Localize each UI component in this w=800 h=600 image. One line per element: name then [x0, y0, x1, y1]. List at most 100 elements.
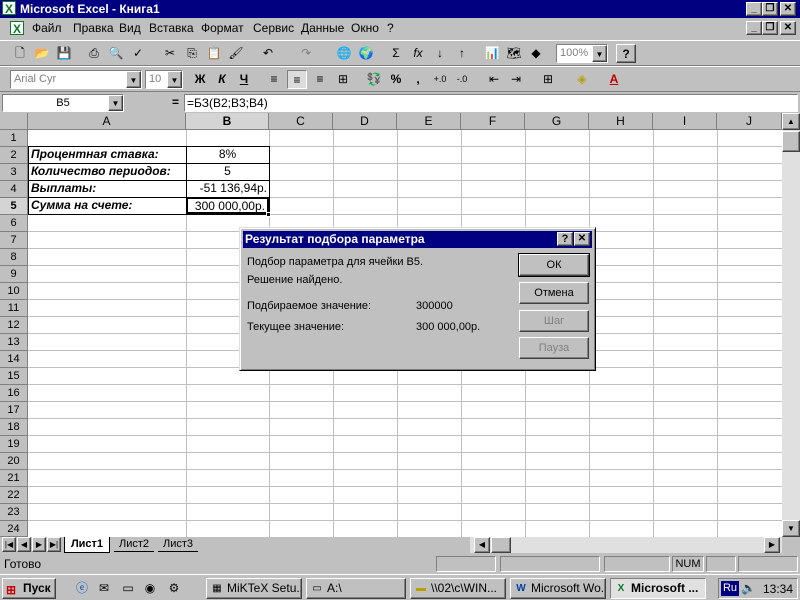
- hscroll-thumb[interactable]: [491, 537, 511, 553]
- task-folder[interactable]: ▬ \\02\c\WIN...: [410, 578, 506, 599]
- cell-a4[interactable]: Выплаты:: [31, 180, 183, 197]
- function-icon[interactable]: fx: [408, 44, 428, 63]
- tab-sheet3[interactable]: Лист3: [158, 537, 198, 552]
- undo-icon[interactable]: ↶: [258, 44, 278, 63]
- row-header[interactable]: 19: [0, 436, 28, 453]
- menu-window[interactable]: Окно: [351, 21, 379, 35]
- select-all-corner[interactable]: [0, 113, 28, 130]
- drawing-icon[interactable]: ◆: [526, 44, 546, 63]
- row-header[interactable]: 22: [0, 487, 28, 504]
- first-sheet-icon[interactable]: |◀: [2, 537, 16, 552]
- column-header[interactable]: B: [186, 113, 269, 130]
- row-header[interactable]: 18: [0, 419, 28, 436]
- autosum-icon[interactable]: Σ: [386, 44, 406, 63]
- internet-explorer-icon[interactable]: ⓔ: [72, 579, 92, 598]
- increase-indent-icon[interactable]: ⇥: [506, 70, 526, 89]
- pause-button[interactable]: Пауза: [519, 337, 589, 359]
- sort-ascending-icon[interactable]: ↓: [430, 44, 450, 63]
- align-center-icon[interactable]: ≡: [287, 70, 307, 89]
- quick-launch-icon[interactable]: ⚙: [164, 579, 184, 598]
- menu-format[interactable]: Формат: [201, 21, 244, 35]
- vertical-scrollbar[interactable]: ▲ ▼: [782, 113, 800, 537]
- decrease-decimal-icon[interactable]: -.0: [452, 70, 472, 89]
- scroll-down-icon[interactable]: ▼: [782, 520, 800, 537]
- row-header[interactable]: 1: [0, 130, 28, 147]
- chevron-down-icon[interactable]: ▼: [108, 95, 123, 111]
- row-header[interactable]: 13: [0, 334, 28, 351]
- print-icon[interactable]: ⎙: [84, 44, 104, 63]
- formula-input[interactable]: =БЗ(B2;B3;B4): [184, 94, 798, 112]
- outlook-icon[interactable]: ✉: [94, 579, 114, 598]
- minimize-button[interactable]: _: [746, 2, 762, 16]
- cell-a5[interactable]: Сумма на счете:: [31, 197, 183, 214]
- column-header[interactable]: E: [397, 113, 461, 130]
- scroll-thumb[interactable]: [782, 131, 800, 152]
- excel-icon[interactable]: X: [2, 1, 16, 16]
- column-header[interactable]: H: [589, 113, 653, 130]
- menu-tools[interactable]: Сервис: [253, 21, 294, 35]
- scroll-left-icon[interactable]: ◀: [474, 537, 490, 553]
- font-size-combo[interactable]: 10 ▼: [145, 70, 183, 89]
- spelling-icon[interactable]: ✓: [128, 44, 148, 63]
- merge-center-icon[interactable]: ⊞: [333, 70, 353, 89]
- column-header[interactable]: C: [269, 113, 333, 130]
- column-header[interactable]: A: [28, 113, 186, 130]
- align-right-icon[interactable]: ≡: [310, 70, 330, 89]
- column-header[interactable]: G: [525, 113, 589, 130]
- task-drive-a[interactable]: ▭ A:\: [306, 578, 406, 599]
- menu-view[interactable]: Вид: [119, 21, 141, 35]
- row-header[interactable]: 8: [0, 249, 28, 266]
- menu-data[interactable]: Данные: [301, 21, 344, 35]
- font-combo[interactable]: Arial Cyr ▼: [10, 70, 142, 89]
- desktop-icon[interactable]: ▭: [118, 579, 138, 598]
- redo-icon[interactable]: ↷: [296, 44, 316, 63]
- column-header[interactable]: D: [333, 113, 397, 130]
- cell-b5-active[interactable]: 300 000,00р.: [186, 197, 269, 214]
- chart-wizard-icon[interactable]: 📊: [482, 44, 502, 63]
- cell-b3[interactable]: 5: [186, 163, 269, 180]
- language-indicator[interactable]: Ru: [721, 581, 739, 596]
- task-miktex[interactable]: ▦ MiKTeX Setu...: [206, 578, 302, 599]
- cell-b4[interactable]: -51 136,94р.: [186, 180, 269, 197]
- fill-color-icon[interactable]: ◈: [572, 70, 592, 89]
- dialog-help-button[interactable]: ?: [557, 232, 573, 246]
- row-header[interactable]: 15: [0, 368, 28, 385]
- map-icon[interactable]: 🗺: [504, 44, 524, 63]
- next-sheet-icon[interactable]: ▶: [32, 537, 46, 552]
- chevron-down-icon[interactable]: ▼: [592, 45, 607, 62]
- row-header[interactable]: 12: [0, 317, 28, 334]
- font-color-icon[interactable]: A: [604, 70, 624, 89]
- row-header[interactable]: 14: [0, 351, 28, 368]
- paste-icon[interactable]: 📋: [204, 44, 224, 63]
- row-header[interactable]: 23: [0, 504, 28, 521]
- step-button[interactable]: Шаг: [519, 310, 589, 332]
- format-painter-icon[interactable]: 🖌: [226, 44, 246, 63]
- row-header[interactable]: 21: [0, 470, 28, 487]
- hyperlink-icon[interactable]: 🌐: [334, 44, 354, 63]
- chevron-down-icon[interactable]: ▼: [167, 71, 182, 88]
- prev-sheet-icon[interactable]: ◀: [17, 537, 31, 552]
- row-header[interactable]: 10: [0, 283, 28, 300]
- row-header[interactable]: 17: [0, 402, 28, 419]
- row-header[interactable]: 11: [0, 300, 28, 317]
- office-assistant-icon[interactable]: ?: [616, 44, 636, 63]
- speaker-icon[interactable]: 🔈: [741, 581, 756, 595]
- row-header[interactable]: 9: [0, 266, 28, 283]
- italic-button[interactable]: К: [212, 70, 232, 89]
- increase-decimal-icon[interactable]: +.0: [430, 70, 450, 89]
- maximize-button[interactable]: ❐: [762, 2, 778, 16]
- tab-sheet2[interactable]: Лист2: [114, 537, 154, 552]
- menu-insert[interactable]: Вставка: [149, 21, 194, 35]
- menu-help[interactable]: ?: [387, 21, 394, 35]
- bold-button[interactable]: Ж: [190, 70, 210, 89]
- align-left-icon[interactable]: ≡: [264, 70, 284, 89]
- underline-button[interactable]: Ч: [234, 70, 254, 89]
- column-header[interactable]: I: [653, 113, 717, 130]
- dialog-close-button[interactable]: ✕: [574, 232, 590, 246]
- name-box[interactable]: B5 ▼: [2, 94, 124, 112]
- cell-b2[interactable]: 8%: [186, 146, 269, 163]
- menu-file[interactable]: Файл: [32, 21, 62, 35]
- task-word[interactable]: W Microsoft Wo...: [510, 578, 606, 599]
- column-header[interactable]: F: [461, 113, 525, 130]
- comma-button[interactable]: ,: [408, 70, 428, 89]
